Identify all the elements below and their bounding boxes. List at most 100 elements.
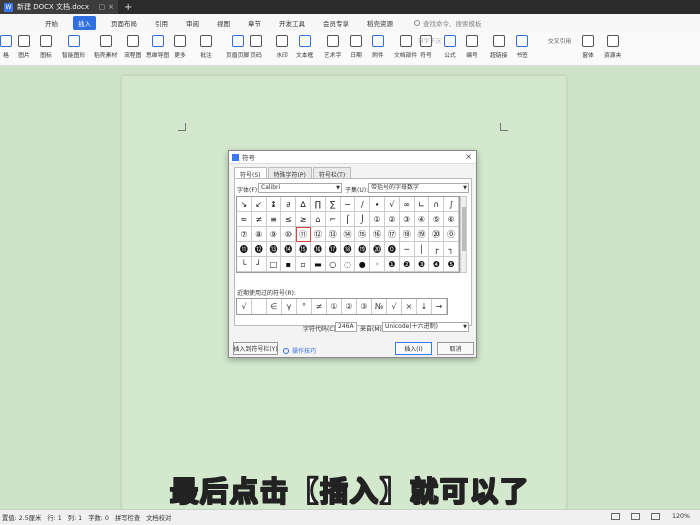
ribbon-button-11[interactable]: 水印 [276, 35, 288, 59]
zoom-level[interactable]: 120% [672, 513, 690, 520]
scrollbar-thumb[interactable] [462, 207, 466, 251]
ribbon-button-8[interactable]: 批注 [200, 35, 212, 59]
symbol-cell[interactable]: ② [385, 212, 400, 227]
symbol-cell[interactable]: ▪ [281, 257, 297, 272]
symbol-cell[interactable]: ⑯ [370, 227, 385, 242]
menu-item-5[interactable]: 视图 [214, 17, 233, 29]
symbol-cell[interactable]: ∙ [370, 197, 385, 212]
symbol-cell[interactable]: □ [266, 257, 282, 272]
symbol-cell[interactable]: ⓲ [340, 242, 356, 257]
tab-pin-icon[interactable]: ▢ [99, 3, 106, 11]
symbol-cell[interactable]: ∂ [281, 197, 297, 212]
symbol-cell[interactable]: ⓫ [237, 242, 252, 257]
ribbon-button-7[interactable]: 更多 [174, 35, 186, 59]
symbol-cell[interactable]: ④ [414, 212, 430, 227]
menu-item-1[interactable]: 插入 [73, 16, 96, 30]
symbol-cell[interactable]: ⑳ [429, 227, 445, 242]
tab-close-icon[interactable]: × [108, 3, 114, 11]
recent-symbol-cell[interactable]: γ [282, 299, 297, 314]
symbol-cell[interactable]: ⑮ [355, 227, 371, 242]
ribbon-button-18[interactable]: 公式 [444, 35, 456, 59]
menu-item-7[interactable]: 开发工具 [276, 17, 308, 29]
ribbon-button-10[interactable]: 页码 [250, 35, 262, 59]
symbol-cell[interactable]: ❺ [444, 257, 459, 272]
dialog-close-icon[interactable]: × [465, 152, 472, 161]
recent-symbol-cell[interactable]: ↓ [417, 299, 432, 314]
symbol-cell[interactable]: ┘ [251, 257, 267, 272]
symbol-cell[interactable]: ⑱ [399, 227, 415, 242]
symbol-cell[interactable]: ❶ [385, 257, 400, 272]
symbol-cell[interactable]: ∕ [355, 197, 371, 212]
symbol-cell[interactable]: ┐ [444, 242, 459, 257]
ribbon-button-19[interactable]: 编号 [466, 35, 478, 59]
view-outline-icon[interactable] [630, 513, 640, 520]
recent-symbol-cell[interactable]: № [372, 299, 387, 314]
ribbon-button-14[interactable]: 日期 [350, 35, 362, 59]
ribbon-button-16[interactable]: 文档部件 [394, 35, 417, 59]
symbol-cell[interactable]: ⓯ [296, 242, 311, 257]
symbol-cell[interactable]: ▬ [311, 257, 326, 272]
symbol-cell[interactable]: ▫ [296, 257, 311, 272]
symbol-cell[interactable]: ⓬ [251, 242, 267, 257]
insert-button[interactable]: 插入(I) [395, 342, 432, 355]
doc-proofread-toggle[interactable]: 文档校对 [146, 513, 171, 522]
symbol-cell[interactable]: ⌐ [325, 212, 341, 227]
recent-symbol-cell[interactable]: ③ [357, 299, 372, 314]
symbol-cell[interactable]: ∩ [429, 197, 445, 212]
ribbon-button-2[interactable]: 图标 [40, 35, 52, 59]
menu-item-8[interactable]: 会员专享 [320, 17, 352, 29]
recent-symbol-cell[interactable]: → [432, 299, 447, 314]
symbol-cell[interactable]: ⌠ [340, 212, 356, 227]
symbol-cell[interactable]: ∞ [399, 197, 415, 212]
symbol-cell[interactable]: ⓳ [355, 242, 371, 257]
symbol-cell[interactable]: │ [414, 242, 430, 257]
symbol-cell[interactable]: ○ [325, 257, 341, 272]
subset-select[interactable]: 带括号的字母数字 ▼ [368, 183, 469, 193]
ribbon-button-22[interactable]: 窗体 [582, 35, 594, 59]
symbol-cell[interactable]: ≤ [281, 212, 297, 227]
symbol-cell[interactable]: ❹ [429, 257, 445, 272]
ribbon-button-15[interactable]: 附件 [372, 35, 384, 59]
drop-cap-button[interactable]: 首字下沉 [418, 36, 441, 45]
recent-symbol-cell[interactable]: ° [297, 299, 312, 314]
status-word-count[interactable]: 字数: 0 [88, 513, 109, 522]
cross-reference-button[interactable]: 交叉引用 [548, 36, 571, 45]
ribbon-button-3[interactable]: 智能图形 [62, 35, 85, 59]
symbol-cell[interactable]: ① [370, 212, 385, 227]
cancel-button[interactable]: 取消 [437, 342, 474, 355]
insert-to-symbol-bar-button[interactable]: 插入到符号栏(Y) [233, 342, 278, 355]
symbol-cell[interactable]: ⑦ [237, 227, 252, 242]
symbol-cell[interactable]: ⓱ [325, 242, 341, 257]
symbol-cell[interactable]: ❷ [399, 257, 415, 272]
tips-link[interactable]: 操作技巧 [283, 346, 316, 355]
command-search[interactable]: 查找命令、搜索模板 [414, 18, 482, 28]
ribbon-button-23[interactable]: 资源夹 [604, 35, 621, 59]
symbol-cell[interactable]: ⑫ [311, 227, 326, 242]
recent-symbol-cell[interactable]: ∈ [267, 299, 282, 314]
symbol-cell[interactable]: ⑤ [429, 212, 445, 227]
ribbon-button-20[interactable]: 超链接 [490, 35, 507, 59]
recent-symbol-cell[interactable]: √ [237, 299, 252, 314]
ribbon-button-9[interactable]: 页眉页脚 [226, 35, 249, 59]
symbol-cell[interactable]: ∑ [325, 197, 341, 212]
recent-symbol-cell[interactable]: √ [387, 299, 402, 314]
symbol-cell[interactable]: ⓪ [444, 227, 459, 242]
menu-item-3[interactable]: 引用 [152, 17, 171, 29]
symbol-cell[interactable]: ◌ [340, 257, 356, 272]
symbol-cell[interactable]: ⑥ [444, 212, 459, 227]
symbol-cell[interactable]: ┌ [429, 242, 445, 257]
recent-symbol-cell[interactable] [252, 299, 267, 314]
symbol-cell[interactable]: ⑰ [385, 227, 400, 242]
symbol-cell[interactable]: ⓰ [311, 242, 326, 257]
symbol-cell[interactable]: ⑨ [266, 227, 282, 242]
symbol-cell[interactable]: ⓿ [385, 242, 400, 257]
new-tab-button[interactable]: + [124, 2, 132, 13]
symbol-cell[interactable]: − [340, 197, 356, 212]
ribbon-button-1[interactable]: 图片 [18, 35, 30, 59]
menu-item-0[interactable]: 开始 [42, 17, 61, 29]
ribbon-button-13[interactable]: 艺术字 [324, 35, 341, 59]
ribbon-button-5[interactable]: 流程图 [124, 35, 141, 59]
ribbon-button-6[interactable]: 思维导图 [146, 35, 169, 59]
symbol-cell[interactable]: ⌡ [355, 212, 371, 227]
recent-symbol-cell[interactable]: ② [342, 299, 357, 314]
